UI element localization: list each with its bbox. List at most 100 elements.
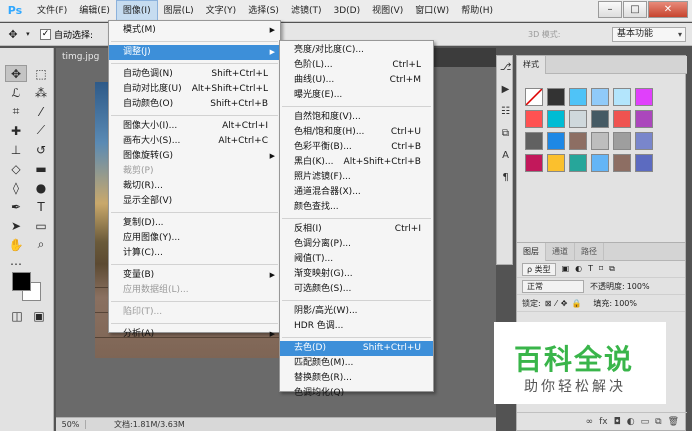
style-swatch[interactable] [591,132,609,150]
move-tool-preset[interactable]: ✥ ▾ [0,28,34,41]
clone-stamp-icon[interactable]: ⊥ [5,141,27,158]
zoom-tool-icon[interactable]: ⌕ [30,236,52,253]
image-menu-item[interactable]: 应用图像(Y)... [109,231,280,246]
image-menu-item[interactable]: 裁切(R)... [109,179,280,194]
style-swatch[interactable] [525,132,543,150]
image-menu-item[interactable]: 计算(C)... [109,246,280,261]
more-tools-icon[interactable]: ⋯ [5,255,27,272]
image-menu-item[interactable]: 调整(J) ▶ [109,45,280,60]
image-menu-item[interactable]: 分析(A) ▶ [109,327,280,342]
menubar-item[interactable]: 视图(V) [366,0,409,22]
image-menu-item[interactable]: 自动颜色(O) Shift+Ctrl+B [109,97,280,112]
style-swatch[interactable] [613,110,631,128]
mask-icon[interactable]: ◘ [614,417,621,427]
adjust-menu-item[interactable]: 反相(I) Ctrl+I [280,222,433,237]
foreground-color[interactable] [12,272,31,291]
adjust-menu-item[interactable]: 色彩平衡(B)... Ctrl+B [280,140,433,155]
menubar-item[interactable]: 窗口(W) [409,0,455,22]
trash-icon[interactable]: 🗑 [668,417,679,427]
shape-tool-icon[interactable]: ▭ [30,217,52,234]
history-brush-icon[interactable]: ↺ [30,141,52,158]
menubar-item[interactable]: 图像(I) [115,0,158,22]
layers-panel-tab[interactable]: 通道 [546,243,575,261]
menubar-item[interactable]: 选择(S) [242,0,285,22]
screen-mode-icon[interactable]: ▣ [28,307,50,324]
styles-tab[interactable]: 样式 [517,56,546,74]
play-action-icon[interactable]: ▶ [497,78,514,100]
style-swatch[interactable] [569,110,587,128]
image-menu-item[interactable]: 自动色调(N) Shift+Ctrl+L [109,67,280,82]
workspace-select[interactable]: 基本功能 [612,27,686,42]
path-select-icon[interactable]: ➤ [5,217,27,234]
menubar-item[interactable]: 文件(F) [31,0,73,22]
eyedropper-icon[interactable]: ⁄ [30,103,52,120]
style-swatch[interactable] [547,154,565,172]
layers-panel-tab[interactable]: 图层 [517,243,546,261]
properties-icon[interactable]: ☷ [497,100,514,122]
blend-mode-select[interactable]: 正常 [522,279,584,293]
blur-tool-icon[interactable]: ◊ [5,179,27,196]
adjust-menu-item[interactable]: 阴影/高光(W)... [280,304,433,319]
style-swatch[interactable] [635,110,653,128]
gradient-tool-icon[interactable]: ▬ [30,160,52,177]
move-tool-icon[interactable]: ✥ [5,65,27,82]
image-menu-item[interactable]: 图像大小(I)... Alt+Ctrl+I [109,119,280,134]
style-swatch[interactable] [569,132,587,150]
healing-brush-icon[interactable]: ✚ [5,122,27,139]
style-swatch[interactable] [547,132,565,150]
adjust-menu-item[interactable]: 通道混合器(X)... [280,185,433,200]
pen-tool-icon[interactable]: ✒ [5,198,27,215]
fx-icon[interactable]: fx [599,417,608,427]
adjust-menu-item[interactable]: 可选颜色(S)... [280,282,433,297]
style-swatch[interactable] [591,88,609,106]
style-swatch[interactable] [635,154,653,172]
menubar-item[interactable]: 帮助(H) [455,0,499,22]
magic-wand-icon[interactable]: ⁂ [30,84,52,101]
quick-mask-icon[interactable]: ◫ [6,307,28,324]
adjust-menu-item[interactable]: 去色(D) Shift+Ctrl+U [280,341,433,356]
kind-filter-select[interactable]: ρ 类型 [522,262,556,276]
adjust-menu-item[interactable]: 照片滤镜(F)... [280,170,433,185]
adjust-menu-item[interactable]: 色相/饱和度(H)... Ctrl+U [280,125,433,140]
type-tool-icon[interactable]: T [30,198,52,215]
adjust-menu-item[interactable]: 替换颜色(R)... [280,371,433,386]
adjust-menu-item[interactable]: 渐变映射(G)... [280,267,433,282]
paragraph-icon[interactable]: ¶ [497,166,514,188]
image-menu-item[interactable]: 变量(B) ▶ [109,268,280,283]
adjust-menu-item[interactable]: 曝光度(E)... [280,88,433,103]
lasso-tool-icon[interactable]: ℒ [5,84,27,101]
crop-tool-icon[interactable]: ⌗ [5,103,27,120]
style-swatch[interactable] [591,110,609,128]
adjust-menu-item[interactable]: 匹配颜色(M)... [280,356,433,371]
history-panel-icon[interactable]: ⎇ [497,56,514,78]
adjust-menu-item[interactable]: 曲线(U)... Ctrl+M [280,73,433,88]
style-swatch[interactable] [525,88,543,106]
lock-icons[interactable]: ⊠⁄✥🔒 [545,299,586,308]
menubar-item[interactable]: 文字(Y) [200,0,243,22]
fill-value[interactable]: 100% [614,299,637,308]
dodge-tool-icon[interactable]: ● [30,179,52,196]
adjust-menu-item[interactable]: 亮度/对比度(C)... [280,43,433,58]
close-button[interactable]: ✕ [648,1,688,18]
document-tab[interactable]: timg.jpg [56,48,108,67]
image-menu-item[interactable]: 画布大小(S)... Alt+Ctrl+C [109,134,280,149]
image-menu-item[interactable]: 显示全部(V) [109,194,280,209]
color-swatches[interactable] [12,272,46,306]
style-swatch[interactable] [613,88,631,106]
opacity-value[interactable]: 100% [627,282,650,291]
menubar-item[interactable]: 编辑(E) [73,0,116,22]
menubar-item[interactable]: 滤镜(T) [285,0,328,22]
adjustment-icon[interactable]: ◐ [627,417,635,427]
style-swatch[interactable] [591,154,609,172]
adjust-menu-item[interactable]: 色阶(L)... Ctrl+L [280,58,433,73]
adjust-menu-item[interactable]: 色调分离(P)... [280,237,433,252]
minimize-button[interactable]: – [598,1,622,18]
zoom-level[interactable]: 50% [56,420,86,429]
adjust-menu-item[interactable]: 色调均化(Q) [280,386,433,401]
maximize-button[interactable]: □ [623,1,647,18]
menubar-item[interactable]: 图层(L) [158,0,200,22]
clone-source-icon[interactable]: ⧉ [497,122,514,144]
style-swatch[interactable] [547,88,565,106]
marquee-tool-icon[interactable]: ⬚ [30,65,52,82]
adjust-menu-item[interactable]: 自然饱和度(V)... [280,110,433,125]
